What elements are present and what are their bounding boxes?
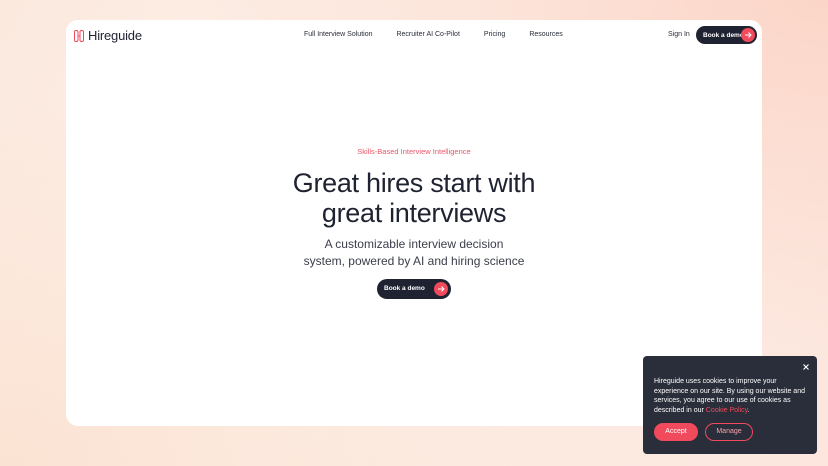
- top-nav: Hireguide Full Interview Solution Recrui…: [66, 20, 762, 50]
- hero-eyebrow: Skills-Based Interview Intelligence: [357, 147, 471, 156]
- arrow-right-icon: [741, 28, 755, 42]
- hero-headline-line-2: great interviews: [321, 198, 507, 228]
- hero-book-demo-button[interactable]: Book a demo: [377, 279, 451, 299]
- cookie-period: .: [747, 406, 750, 414]
- cookie-banner: Hireguide uses cookies to improve your e…: [643, 356, 817, 454]
- nav-menu: Full Interview Solution Recruiter AI Co-…: [304, 31, 587, 38]
- accept-cookies-button[interactable]: Accept: [654, 423, 698, 441]
- nav-item-recruiter-ai-co-pilot[interactable]: Recruiter AI Co-Pilot: [396, 31, 459, 38]
- nav-item-full-interview-solution[interactable]: Full Interview Solution: [304, 31, 372, 38]
- hireguide-logo-icon: [74, 29, 84, 42]
- nav-item-pricing[interactable]: Pricing: [484, 31, 505, 38]
- cookie-text: Hireguide uses cookies to improve your e…: [654, 377, 810, 415]
- manage-cookies-button[interactable]: Manage: [705, 423, 753, 441]
- hero-headline: Great hires start with great interviews: [66, 168, 762, 228]
- nav-item-resources[interactable]: Resources: [529, 31, 562, 38]
- hero-headline-line-1: Great hires start with: [292, 168, 536, 198]
- hero-subheadline-line-1: A customizable interview decision: [324, 237, 504, 251]
- nav-book-demo-label: Book a demo: [703, 31, 744, 39]
- hero-subheadline: A customizable interview decision system…: [66, 236, 762, 270]
- sign-in-link[interactable]: Sign In: [668, 31, 690, 38]
- logo[interactable]: Hireguide: [74, 28, 142, 43]
- hero-subheadline-line-2: system, powered by AI and hiring science: [303, 254, 525, 268]
- hero-book-demo-label: Book a demo: [384, 285, 425, 292]
- cookie-policy-link[interactable]: Cookie Policy: [706, 407, 748, 414]
- close-icon[interactable]: [801, 362, 811, 372]
- logo-text: Hireguide: [88, 28, 142, 43]
- arrow-right-icon: [434, 282, 448, 296]
- nav-book-demo-button[interactable]: Book a demo: [696, 26, 757, 44]
